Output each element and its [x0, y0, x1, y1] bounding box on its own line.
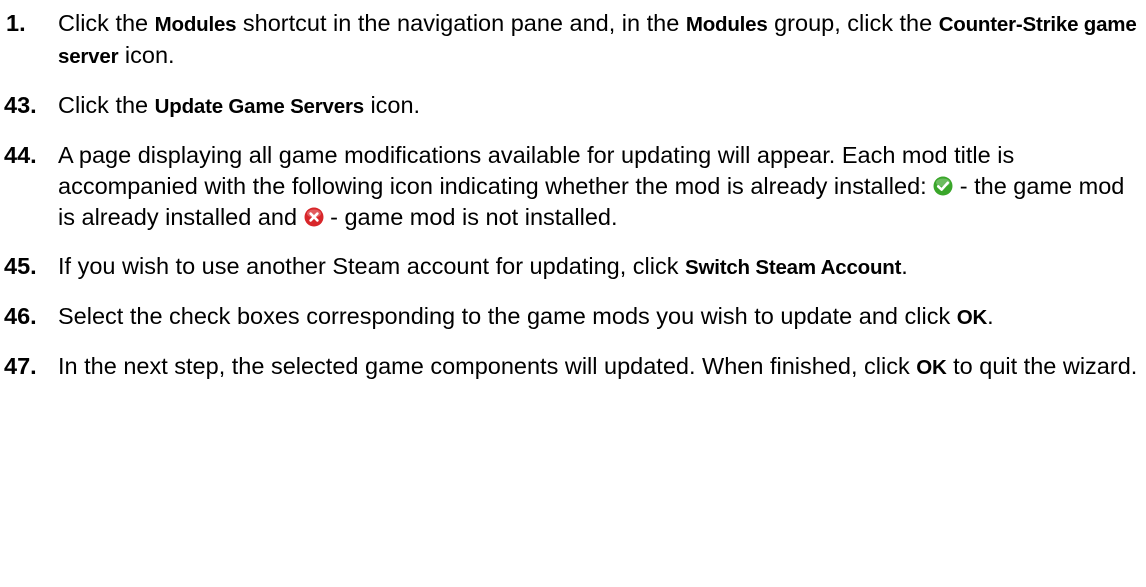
- step-text: Click the Modules shortcut in the naviga…: [58, 10, 1137, 68]
- step-number: 44.: [4, 142, 37, 168]
- ui-term: Modules: [154, 13, 237, 36]
- step-text: If you wish to use another Steam account…: [58, 253, 908, 279]
- step-number: 47.: [4, 353, 37, 379]
- check-circle-icon: [933, 176, 953, 196]
- step-text: In the next step, the selected game comp…: [58, 353, 1137, 379]
- step-item: 47. In the next step, the selected game c…: [0, 351, 1140, 383]
- x-circle-icon: [304, 207, 324, 227]
- step-item: 1. Click the Modules shortcut in the navi…: [0, 8, 1140, 72]
- step-item: 45. If you wish to use another Steam acco…: [0, 251, 1140, 283]
- step-text-segment: icon.: [118, 42, 175, 68]
- step-text: Click the Update Game Servers icon.: [58, 92, 420, 118]
- instruction-steps: 1. Click the Modules shortcut in the navi…: [0, 0, 1140, 401]
- step-text-segment: shortcut in the navigation pane and, in …: [236, 10, 686, 36]
- step-text-segment: Select the check boxes corresponding to …: [58, 303, 957, 329]
- step-item: 43. Click the Update Game Servers icon.: [0, 90, 1140, 122]
- step-text-segment: In the next step, the selected game comp…: [58, 353, 917, 379]
- step-number: 1.: [6, 10, 26, 36]
- step-text-segment: icon.: [363, 92, 421, 118]
- step-item: 46. Select the check boxes corresponding …: [0, 301, 1140, 333]
- step-text: Select the check boxes corresponding to …: [58, 303, 994, 329]
- ui-term: Switch Steam Account: [685, 256, 902, 279]
- step-number: 43.: [4, 92, 37, 118]
- step-text-segment: A page displaying all game modifications…: [58, 142, 1015, 199]
- step-text-segment: .: [901, 253, 908, 279]
- step-text-segment: Click the: [58, 92, 155, 118]
- step-item: 44. A page displaying all game modificati…: [0, 140, 1140, 233]
- step-text-segment: group, click the: [767, 10, 939, 36]
- step-text-segment: Click the: [58, 10, 155, 36]
- ui-term: Update Game Servers: [154, 95, 364, 118]
- ui-term: Modules: [685, 13, 768, 36]
- step-text: A page displaying all game modifications…: [58, 142, 1124, 230]
- ui-term: OK: [916, 356, 947, 379]
- step-number: 46.: [4, 303, 37, 329]
- step-number: 45.: [4, 253, 37, 279]
- step-text-segment: to quit the wizard.: [946, 353, 1138, 379]
- step-text-segment: If you wish to use another Steam account…: [58, 253, 686, 279]
- step-text-segment: .: [987, 303, 994, 329]
- ui-term: OK: [956, 306, 988, 329]
- step-text-segment: - game mod is not installed.: [323, 204, 618, 230]
